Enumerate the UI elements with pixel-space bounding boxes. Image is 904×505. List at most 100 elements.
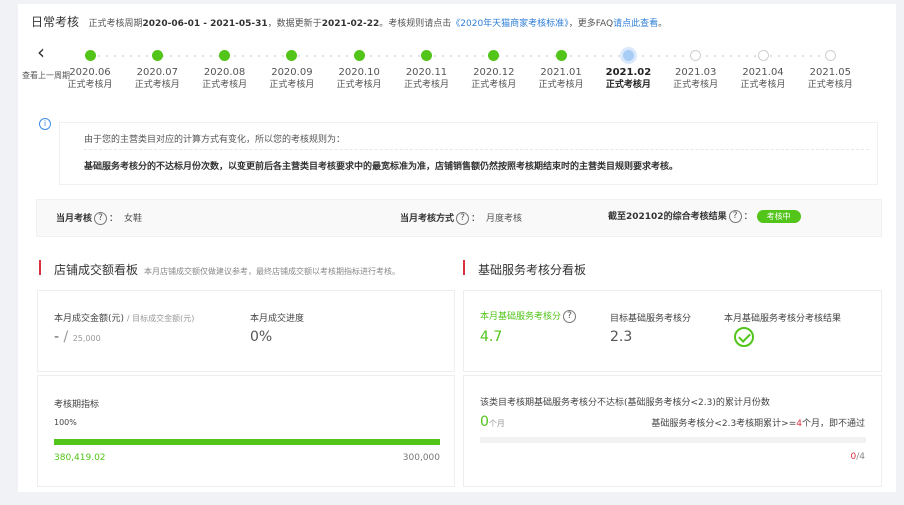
help-icon[interactable]: ? bbox=[728, 210, 742, 223]
timeline-item[interactable]: 2020.10 正式考核月 bbox=[329, 42, 389, 91]
timeline-item[interactable]: 2020.08 正式考核月 bbox=[195, 42, 255, 91]
timeline-status-icon bbox=[151, 50, 163, 61]
timeline-month: 2020.06 bbox=[69, 67, 111, 78]
timeline-month-type: 正式考核月 bbox=[471, 80, 517, 90]
timeline-month-type: 正式考核月 bbox=[202, 80, 248, 90]
summary-bar: 当月考核?：女鞋 当月考核方式?：月度考核 截至202102的综合考核结果?：考… bbox=[36, 199, 882, 237]
timeline-month-type: 正式考核月 bbox=[673, 80, 719, 90]
service-board-title: 基础服务考核分看板 bbox=[478, 263, 587, 277]
service-score-label: 本月基础服务考核分 bbox=[480, 312, 562, 322]
timeline-month: 2020.11 bbox=[405, 67, 448, 78]
timeline-item[interactable]: 2020.12 正式考核月 bbox=[464, 42, 524, 91]
period-progress-fill bbox=[54, 439, 440, 445]
timeline-month-type: 正式考核月 bbox=[269, 80, 315, 90]
timeline-month-type: 正式考核月 bbox=[605, 80, 651, 90]
period-target-label: 考核期指标 bbox=[54, 400, 100, 410]
timeline-dot bbox=[458, 55, 460, 57]
timeline-status-icon bbox=[555, 50, 567, 61]
check-circle-icon bbox=[734, 327, 754, 347]
help-icon[interactable]: ? bbox=[94, 212, 108, 225]
timeline-dot bbox=[122, 55, 124, 57]
store-board-title: 店铺成交额看板 bbox=[54, 263, 139, 277]
overall-result: 截至202102的综合考核结果?：考核中 bbox=[608, 209, 801, 223]
current-month-assessment: 当月考核?：女鞋 bbox=[56, 212, 143, 225]
timeline-month-type: 正式考核月 bbox=[67, 80, 113, 90]
timeline-dot bbox=[258, 55, 260, 57]
timeline-month: 2020.08 bbox=[203, 67, 246, 78]
page-title: 日常考核 bbox=[31, 15, 80, 29]
timeline-item[interactable]: 2020.07 正式考核月 bbox=[127, 42, 187, 91]
store-board-subtitle: 本月店铺成交额仅做建议参考，最终店铺成交额以考核期指标进行考核。 bbox=[144, 267, 401, 276]
service-score-card: 本月基础服务考核分? 4.7 目标基础服务考核分 2.3 本月基础服务考核分考核… bbox=[463, 290, 882, 372]
timeline-item[interactable]: 2021.03 正式考核月 bbox=[666, 42, 726, 91]
timeline-month-type: 正式考核月 bbox=[336, 80, 382, 90]
timeline-status-icon bbox=[488, 50, 500, 61]
timeline-item[interactable]: 2021.04 正式考核月 bbox=[733, 42, 793, 91]
sales-progress-label: 本月成交进度 bbox=[250, 314, 305, 324]
timeline-status-icon bbox=[421, 50, 432, 61]
timeline-item[interactable]: 2021.01 正式考核月 bbox=[531, 42, 591, 91]
period-current-value: 380,419.02 bbox=[54, 453, 106, 463]
timeline-item[interactable]: 2020.09 正式考核月 bbox=[262, 42, 322, 91]
target-amount-value: 25,000 bbox=[72, 334, 101, 343]
page-header: 日常考核 正式考核周期2020-06-01 - 2021-05-31，数据更新于… bbox=[31, 13, 667, 30]
section-marker bbox=[39, 260, 41, 275]
timeline-month-type: 正式考核月 bbox=[538, 80, 584, 90]
timeline-month-type: 正式考核月 bbox=[807, 80, 853, 90]
store-board-header: 店铺成交额看板 本月店铺成交额仅做建议参考，最终店铺成交额以考核期指标进行考核。 bbox=[39, 258, 459, 277]
timeline-status-icon bbox=[286, 50, 298, 61]
help-icon[interactable]: ? bbox=[563, 310, 577, 323]
timeline-month: 2021.01 bbox=[540, 67, 582, 78]
timeline-month: 2020.09 bbox=[271, 67, 313, 78]
rules-link[interactable]: 《2020年天猫商家考核标准》 bbox=[451, 19, 568, 29]
sales-amount-label: 本月成交金额(元) bbox=[54, 314, 125, 324]
help-icon[interactable]: ? bbox=[456, 212, 470, 225]
score-result-label: 本月基础服务考核分考核结果 bbox=[724, 314, 842, 324]
fail-months-bar bbox=[480, 437, 866, 443]
timeline-status-icon bbox=[690, 50, 702, 61]
timeline-month: 2020.10 bbox=[338, 67, 380, 78]
faq-link[interactable]: 请点此查看 bbox=[613, 19, 658, 29]
timeline-dot bbox=[730, 55, 732, 57]
fail-months-card: 该类目考核期基础服务考核分不达标(基础服务考核分<2.3)的累计月份数 0个月 … bbox=[463, 375, 882, 487]
timeline-month: 2021.05 bbox=[809, 67, 851, 78]
fail-months-unit: 个月 bbox=[488, 419, 505, 428]
timeline-status-icon bbox=[824, 50, 836, 61]
timeline-item[interactable]: 2021.05 正式考核月 bbox=[800, 42, 860, 91]
assessment-method-value: 月度考核 bbox=[486, 214, 523, 224]
timeline-status-icon bbox=[219, 50, 231, 61]
timeline-month-type: 正式考核月 bbox=[134, 80, 180, 90]
sales-amount-value: - bbox=[54, 329, 60, 345]
timeline-month-type: 正式考核月 bbox=[740, 80, 786, 90]
timeline-dot bbox=[594, 55, 596, 57]
service-score-value: 4.7 bbox=[480, 329, 503, 345]
timeline-month: 2020.12 bbox=[473, 67, 515, 78]
period-target-value: 300,000 bbox=[402, 453, 440, 463]
chevron-left-icon[interactable]: ‹ bbox=[28, 41, 54, 63]
timeline-month: 2021.02 bbox=[605, 67, 652, 78]
info-icon: i bbox=[39, 118, 51, 130]
fail-rule-text: 基础服务考核分<2.3考核期累计>=4个月，即不通过 bbox=[651, 419, 865, 429]
timeline-status-icon bbox=[84, 50, 96, 61]
store-sales-card: 本月成交金额(元) / 目标成交金额(元) - / 25,000 本月成交进度 … bbox=[37, 290, 455, 372]
timeline-status-icon bbox=[353, 50, 365, 61]
status-badge: 考核中 bbox=[756, 210, 801, 223]
assessment-panel: 日常考核 正式考核周期2020-06-01 - 2021-05-31，数据更新于… bbox=[18, 4, 896, 492]
period-target-percent: 100% bbox=[54, 418, 77, 427]
timeline-status-icon bbox=[622, 50, 634, 61]
fail-months-ratio: 0/4 bbox=[850, 452, 866, 462]
previous-period-button[interactable]: ‹ 查看上一周期 bbox=[22, 41, 70, 81]
timeline-month: 2021.04 bbox=[742, 67, 784, 78]
timeline-item[interactable]: 2021.02 正式考核月 bbox=[598, 42, 658, 91]
assessment-method: 当月考核方式?：月度考核 bbox=[400, 212, 523, 225]
section-marker bbox=[463, 260, 465, 275]
timeline-item[interactable]: 2020.06 正式考核月 bbox=[60, 42, 120, 91]
timeline-month: 2021.03 bbox=[675, 67, 717, 78]
current-month-category: 女鞋 bbox=[124, 214, 143, 224]
notice-divider bbox=[84, 149, 869, 150]
timeline-month-type: 正式考核月 bbox=[403, 80, 449, 90]
timeline-dot bbox=[794, 55, 796, 57]
target-amount-label: / 目标成交金额(元) bbox=[126, 314, 195, 323]
sales-progress-value: 0% bbox=[250, 329, 273, 345]
timeline-item[interactable]: 2020.11 正式考核月 bbox=[397, 42, 457, 91]
